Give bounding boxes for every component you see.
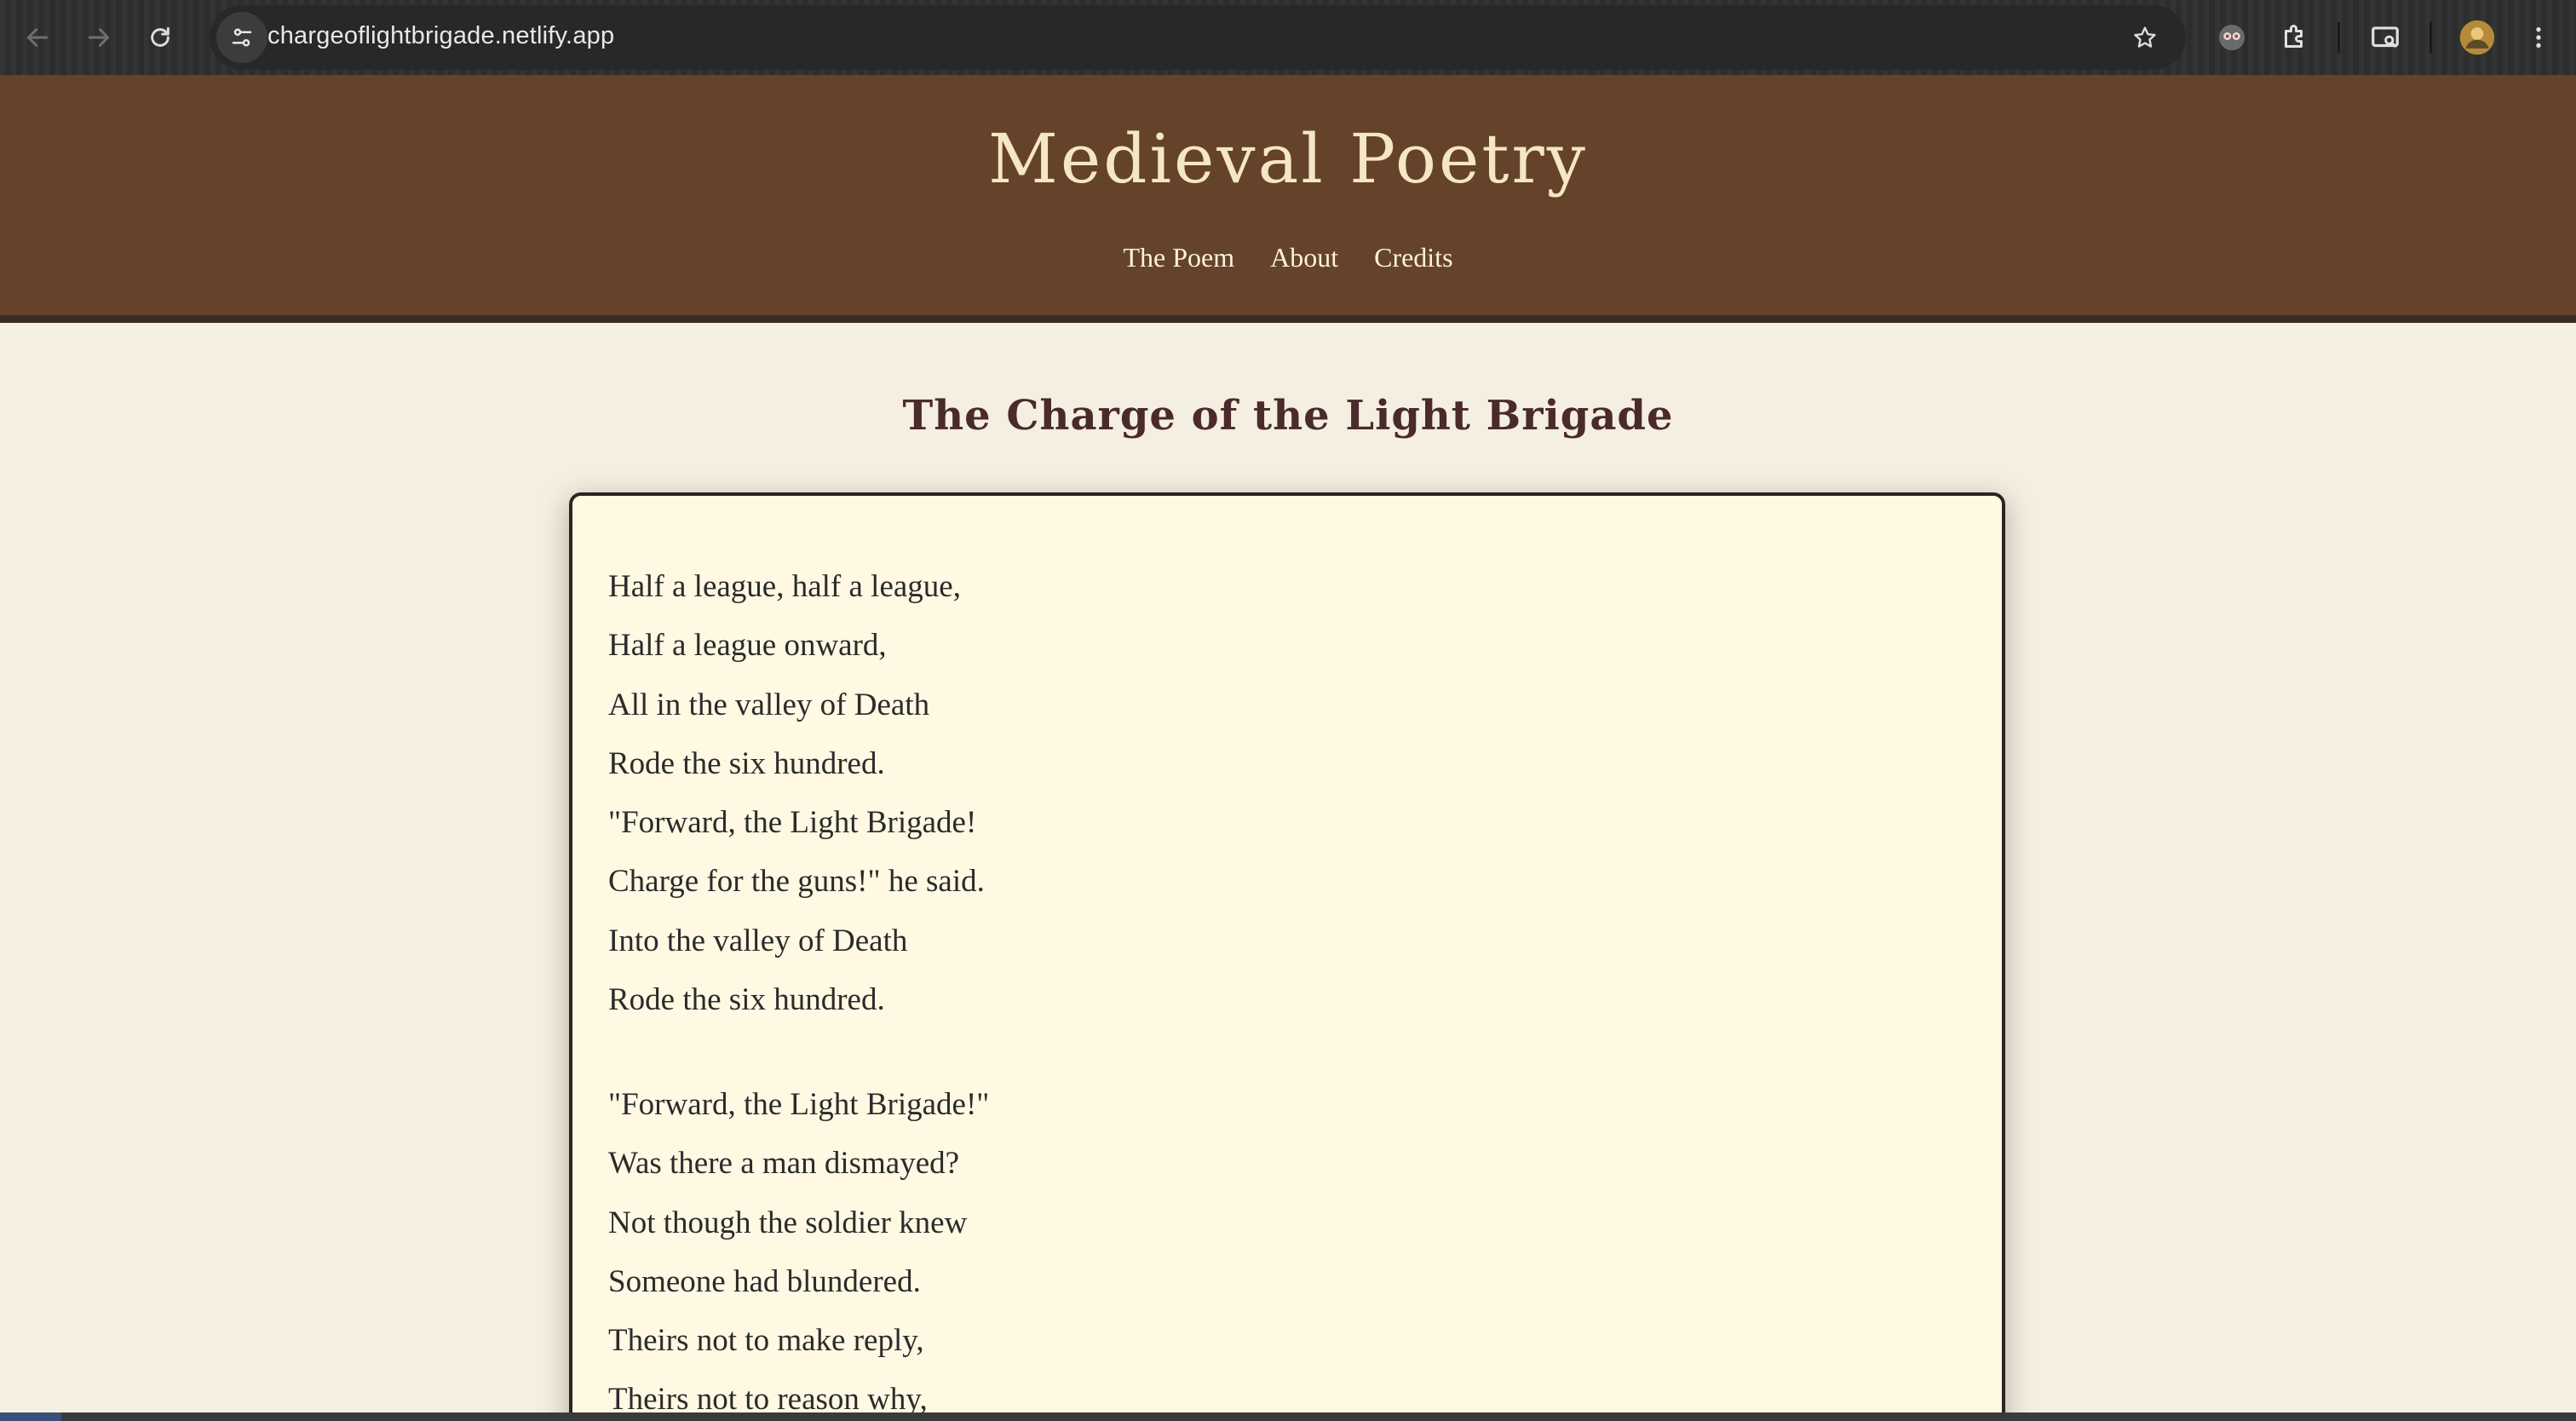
extensions-button[interactable] — [2271, 14, 2319, 61]
poem-line: Theirs not to make reply, — [608, 1323, 924, 1359]
nav-link-credits[interactable]: Credits — [1374, 242, 1452, 273]
forward-arrow-icon — [88, 28, 110, 47]
poem-line: Rode the six hundred. — [608, 982, 885, 1018]
browser-menu-button[interactable] — [2515, 14, 2562, 61]
site-info-button[interactable] — [216, 12, 267, 63]
poem-line: Into the valley of Death — [608, 923, 908, 958]
reload-button[interactable] — [135, 12, 186, 63]
back-button[interactable] — [12, 12, 63, 63]
poem-stanza: Half a league, half a league, Half a lea… — [608, 557, 985, 1029]
site-nav: The Poem About Credits — [0, 242, 2576, 273]
poem-line: Half a league, half a league, — [608, 569, 961, 604]
nav-link-the-poem[interactable]: The Poem — [1123, 242, 1234, 273]
poem-line: All in the valley of Death — [608, 687, 930, 722]
bookmark-button[interactable] — [2125, 17, 2165, 58]
bookmark-star-icon — [2134, 26, 2156, 48]
cast-button[interactable] — [2361, 14, 2409, 61]
poem-line: "Forward, the Light Brigade! — [608, 805, 977, 841]
poem-card: Half a league, half a league, Half a lea… — [569, 492, 2005, 1421]
back-arrow-icon — [26, 28, 49, 47]
poem-line: Half a league onward, — [608, 628, 887, 664]
poem-line: Was there a man dismayed? — [608, 1146, 960, 1182]
site-info-icon — [232, 28, 252, 47]
url-text[interactable]: chargeoflightbrigade.netlify.app — [267, 22, 614, 50]
toolbar-divider — [2429, 22, 2432, 53]
kebab-menu-icon — [2536, 27, 2541, 48]
poem-line: Rode the six hundred. — [608, 745, 885, 781]
extensions-puzzle-icon — [2285, 25, 2303, 48]
poem-title: The Charge of the Light Brigade — [902, 392, 1674, 440]
poem-stanza: "Forward, the Light Brigade!" Was there … — [608, 1075, 989, 1421]
reload-icon — [151, 26, 170, 47]
site-title: Medieval Poetry — [988, 119, 1588, 198]
cast-screen-icon — [2372, 26, 2399, 48]
site-header: Medieval Poetry The Poem About Credits — [0, 75, 2576, 323]
window-bottom-edge — [0, 1412, 2576, 1421]
owl-extension-button[interactable] — [2208, 14, 2256, 61]
profile-button[interactable] — [2453, 14, 2501, 61]
nav-link-about[interactable]: About — [1270, 242, 1338, 273]
forward-button[interactable] — [73, 12, 124, 63]
address-bar[interactable]: chargeoflightbrigade.netlify.app — [210, 5, 2186, 70]
extension-owl-icon — [2219, 25, 2245, 50]
toolbar-divider — [2337, 22, 2340, 53]
poem-line: "Forward, the Light Brigade!" — [608, 1087, 990, 1122]
poem-line: Someone had blundered. — [608, 1263, 921, 1299]
profile-avatar-icon — [2459, 20, 2495, 55]
bottom-edge-accent — [0, 1412, 61, 1421]
browser-toolbar: chargeoflightbrigade.netlify.app — [0, 0, 2576, 75]
poem-line: Charge for the guns!" he said. — [608, 864, 985, 900]
poem-line: Not though the soldier knew — [608, 1205, 968, 1240]
